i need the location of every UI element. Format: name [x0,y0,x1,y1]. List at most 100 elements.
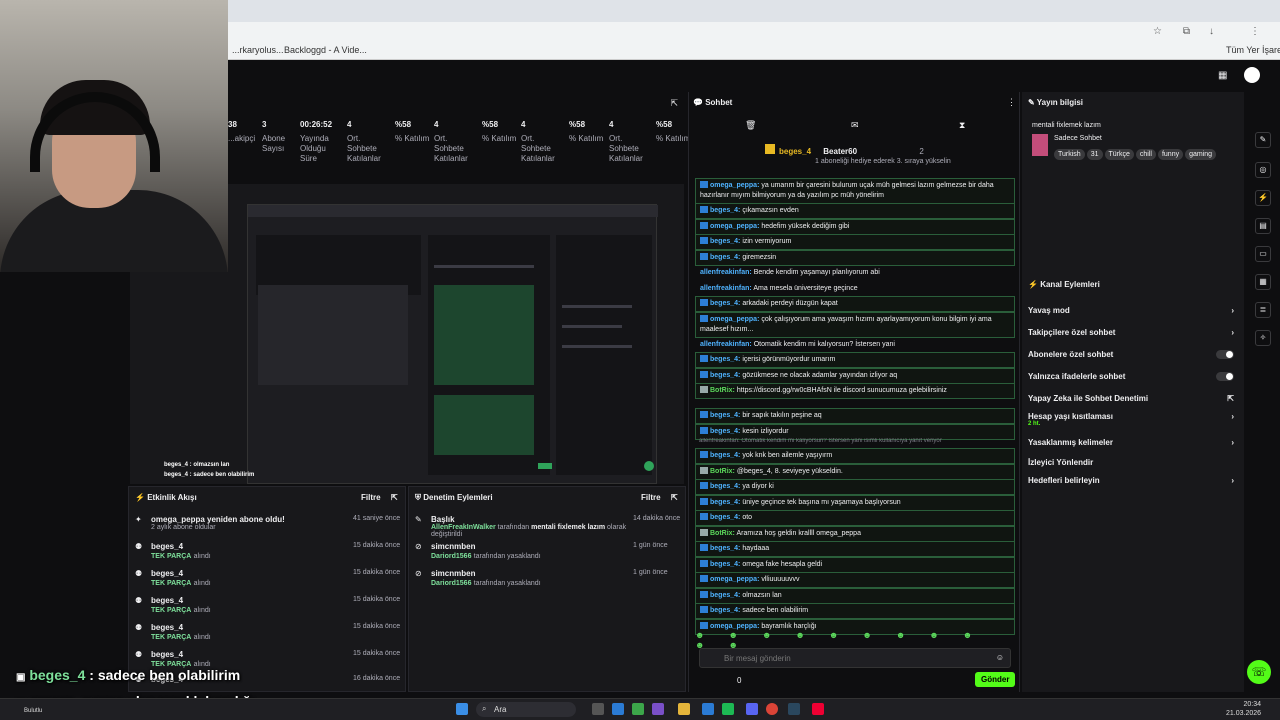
chat-username[interactable]: beges_4: [710,483,740,490]
chat-username[interactable]: omega_peppa: [710,623,759,630]
tag[interactable]: Türkçe [1104,149,1134,160]
popout-icon[interactable]: ⇱ [670,98,678,109]
target-icon[interactable]: ◎ [1255,162,1271,178]
chrome-icon[interactable] [766,703,778,715]
chat-message[interactable]: beges_4: izin vermiyorum [695,234,1015,250]
all-bookmarks[interactable]: Tüm Yer İşaretleri [1226,45,1280,55]
channel-action-item[interactable]: Hesap yaşı kısıtlaması 2 ht. › [1028,412,1238,427]
channel-action-item[interactable]: İzleyici Yönlendir [1028,458,1238,467]
chat-message[interactable]: beges_4: sadece ben olabilirim [695,603,1015,619]
chat-username[interactable]: beges_4: [710,428,740,435]
chat-message[interactable]: omega_peppa: ya umarım bir çaresini bulu… [695,178,1015,204]
xbox-icon[interactable] [632,703,644,715]
server-icon[interactable]: ≣ [1255,302,1271,318]
chat-message[interactable]: beges_4: gözükmese ne olacak adamlar yay… [695,367,1015,384]
chat-message[interactable]: beges_4: içerisi görünmüyordur umarım [695,352,1015,368]
chat-username[interactable]: BotRix: [710,530,735,537]
app-icon[interactable] [652,703,664,715]
chat-message[interactable]: beges_4: olmazsın lan [695,587,1015,604]
wrench-icon[interactable]: ✧ [1255,330,1271,346]
chat-message[interactable]: BotRix: Aramıza hoş geldin krallll omega… [695,525,1015,542]
popout-icon[interactable]: ⇱ [391,493,398,502]
chat-username[interactable]: beges_4: [710,254,740,261]
chat-username[interactable]: beges_4: [710,514,740,521]
channel-action-item[interactable]: Takipçilere özel sohbet › [1028,328,1238,337]
chat-message[interactable]: beges_4: haydaaa [695,541,1015,557]
channel-action-item[interactable]: Yavaş mod › [1028,306,1238,315]
chat-message[interactable]: beges_4: omega fake hesapla geldi [695,556,1015,573]
chat-message[interactable]: beges_4: arkadaki perdeyi düzgün kapat [695,296,1015,312]
chat-message[interactable]: beges_4: bir sapık takılın peşine aq [695,408,1015,424]
tag[interactable]: funny [1157,149,1184,160]
chat-username[interactable]: BotRix: [710,468,735,475]
chat-username[interactable]: beges_4: [710,300,740,307]
chat-username[interactable]: beges_4: [710,412,740,419]
message-icon[interactable]: ✉ [851,120,859,131]
chat-username[interactable]: allenfreakinfan: [700,269,752,276]
chat-message[interactable]: beges_4: yok knk ben ailemle yaşıyırm [695,448,1015,464]
download-icon[interactable]: ↓ [1209,26,1214,37]
chat-username[interactable]: beges_4: [710,356,740,363]
moderation-filter-button[interactable]: Filtre [641,493,661,502]
chat-username[interactable]: beges_4: [710,207,740,214]
chat-message[interactable]: allenfreakinfan: Ama mesela üniversiteye… [695,281,1015,297]
layout-icon[interactable]: ▦ [1218,70,1227,81]
activity-filter-button[interactable]: Filtre [361,493,381,502]
channel-action-item[interactable]: Yapay Zeka ile Sohbet Denetimi ⇱ [1028,394,1238,403]
chat-username[interactable]: omega_peppa: [710,576,759,583]
chat-message[interactable]: beges_4: çıkamazsın evden [695,203,1015,219]
page-icon[interactable]: ▤ [1255,218,1271,234]
tag[interactable]: chill [1135,149,1156,160]
chat-username[interactable]: omega_peppa: [710,182,759,189]
chat-username[interactable]: beges_4: [710,561,740,568]
channel-action-item[interactable]: Abonelere özel sohbet [1028,350,1238,359]
toggle-switch[interactable] [1216,372,1234,381]
bookmark-item[interactable]: ...rkaryolus... [232,45,284,55]
chat-message[interactable]: beges_4: giremezsin [695,249,1015,266]
start-icon[interactable] [456,703,468,715]
tag[interactable]: gaming [1185,149,1217,160]
channel-action-item[interactable]: Yasaklanmış kelimeler › [1028,438,1238,447]
chat-message[interactable]: allenfreakinfan: Otomatik kendim mi kalı… [695,337,1015,353]
taskbar-search[interactable]: ⌕ Ara [476,702,576,717]
extensions-icon[interactable]: ⧉ [1183,26,1190,37]
emote-bar[interactable]: ☻☻☻☻☻☻☻☻☻☻☻ [695,630,1015,650]
channel-action-item[interactable]: Hedefleri belirleyin › [1028,476,1238,485]
chat-input[interactable]: Bir mesaj gönderin ☺ [699,648,1011,668]
hourglass-icon[interactable]: ⧗ [959,120,965,131]
chat-message[interactable]: allenfreakinfan: Bende kendim yaşamayı p… [695,265,1015,281]
menu-icon[interactable]: ⋮ [1250,26,1260,37]
bolt-icon[interactable]: ⚡ [1255,190,1271,206]
chat-username[interactable]: beges_4: [710,452,740,459]
trash-icon[interactable]: 🗑 [745,120,756,131]
grid-icon[interactable]: ▦ [1255,274,1271,290]
emoji-icon[interactable]: ☺ [996,653,1004,662]
discord-icon[interactable] [746,703,758,715]
chat-username[interactable]: omega_peppa: [710,223,759,230]
avatar[interactable] [1244,67,1260,83]
taskview-icon[interactable] [592,703,604,715]
bookmark-item[interactable]: Backloggd - A Vide... [284,45,367,55]
obs-icon[interactable] [812,703,824,715]
chat-message[interactable]: BotRix: https://discord.gg/rw0cBHAfsN il… [695,383,1015,399]
tag[interactable]: 31 [1086,149,1103,160]
chat-username[interactable]: beges_4: [710,372,740,379]
chat-username[interactable]: beges_4: [710,545,740,552]
store-icon[interactable] [702,703,714,715]
chat-username[interactable]: BotRix: [710,387,735,394]
edge-icon[interactable] [612,703,624,715]
steam-icon[interactable] [788,703,800,715]
support-chat-icon[interactable]: ☏ [1247,660,1271,684]
chat-username[interactable]: beges_4: [710,499,740,506]
edit-icon[interactable]: ✎ [1255,132,1271,148]
send-button[interactable]: Gönder [975,672,1016,687]
chat-username[interactable]: allenfreakinfan: [700,285,752,292]
chat-username[interactable]: omega_peppa: [710,316,759,323]
chat-username[interactable]: beges_4: [710,238,740,245]
spotify-icon[interactable] [722,703,734,715]
chat-message[interactable]: omega_peppa: vlliuuuuuvvv [695,572,1015,588]
chat-username[interactable]: beges_4: [710,607,740,614]
chat-message[interactable]: BotRix: @beges_4, 8. seviyeye yükseldin. [695,463,1015,480]
chat-icon[interactable]: ▭ [1255,246,1271,262]
clock[interactable]: 20:34 21.03.2026 [1226,700,1261,718]
